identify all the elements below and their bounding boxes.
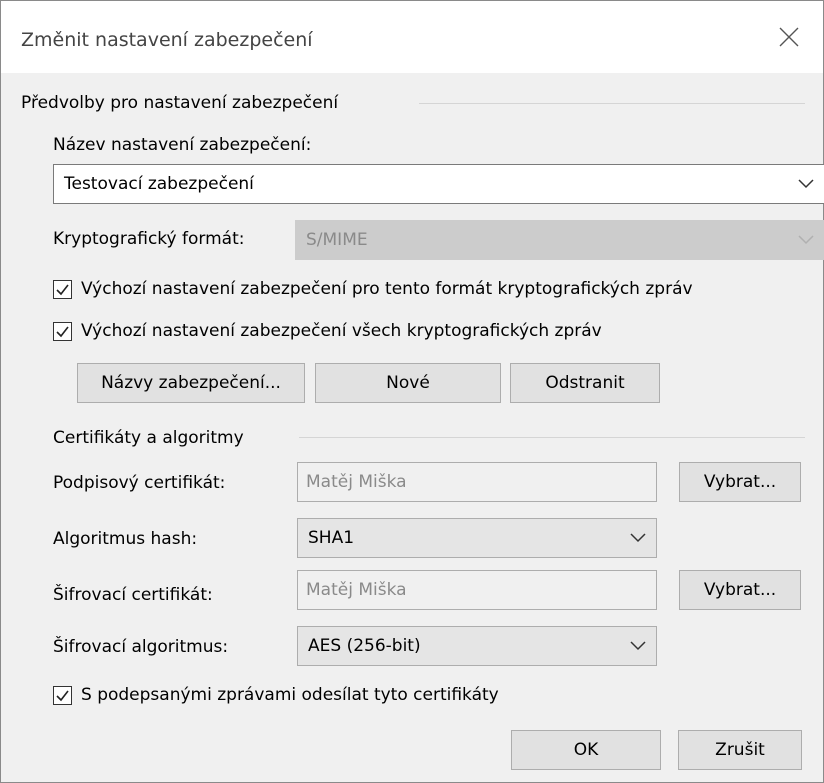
prefs-group-divider [419,103,805,104]
hash-algorithm-value: SHA1 [308,528,355,548]
chevron-down-icon [798,179,814,189]
checkmark-icon [56,690,69,702]
enc-cert-label: Šifrovací certifikát: [53,585,213,605]
close-button[interactable] [769,17,809,57]
choose-signing-cert-button[interactable]: Vybrat... [679,462,801,502]
crypto-format-combobox[interactable]: S/MIME [295,220,824,260]
ok-button[interactable]: OK [511,730,661,770]
security-names-button[interactable]: Názvy zabezpečení... [77,363,305,403]
default-all-label: Výchozí nastavení zabezpečení všech kryp… [81,321,602,341]
chevron-down-icon [630,641,646,651]
title-bar: Změnit nastavení zabezpečení [1,1,823,73]
close-icon [779,27,799,47]
prefs-group-label: Předvolby pro nastavení zabezpečení [21,93,339,113]
crypto-format-label: Kryptografický formát: [53,229,245,249]
enc-algorithm-label: Šifrovací algoritmus: [53,637,229,657]
chevron-down-icon [630,533,646,543]
security-name-label: Název nastavení zabezpečení: [53,135,312,155]
checkmark-icon [56,284,69,296]
hash-algorithm-label: Algoritmus hash: [53,529,198,549]
remove-button[interactable]: Odstranit [510,363,660,403]
enc-algorithm-value: AES (256-bit) [308,636,421,656]
signing-cert-value: Matěj Miška [306,472,407,492]
certs-group-label: Certifikáty a algoritmy [53,428,244,448]
enc-cert-value: Matěj Miška [306,580,407,600]
security-name-value: Testovací zabezpečení [64,174,254,194]
hash-algorithm-select[interactable]: SHA1 [297,518,657,558]
cancel-button[interactable]: Zrušit [678,730,802,770]
choose-enc-cert-button[interactable]: Vybrat... [679,570,801,610]
new-button[interactable]: Nové [315,363,501,403]
default-format-checkbox[interactable] [53,280,72,299]
enc-algorithm-select[interactable]: AES (256-bit) [297,626,657,666]
security-name-combobox[interactable]: Testovací zabezpečení [53,164,824,204]
checkmark-icon [56,326,69,338]
signing-cert-field[interactable]: Matěj Miška [297,462,657,502]
send-certs-label: S podepsanými zprávami odesílat tyto cer… [81,685,499,705]
chevron-down-icon [798,235,814,245]
crypto-format-value: S/MIME [306,230,368,250]
certs-group-divider [299,437,805,438]
default-format-label: Výchozí nastavení zabezpečení pro tento … [81,279,693,299]
default-all-checkbox[interactable] [53,322,72,341]
send-certs-checkbox[interactable] [53,686,72,705]
signing-cert-label: Podpisový certifikát: [53,473,226,493]
enc-cert-field[interactable]: Matěj Miška [297,570,657,610]
dialog-title: Změnit nastavení zabezpečení [21,29,313,51]
security-settings-dialog: Změnit nastavení zabezpečení Předvolby p… [0,0,824,783]
